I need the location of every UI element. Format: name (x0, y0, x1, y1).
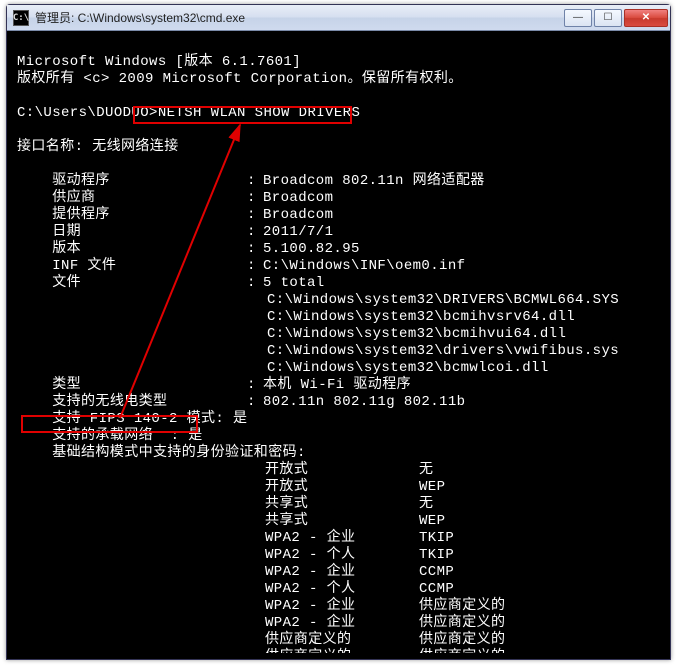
field-label: INF 文件 (52, 258, 116, 274)
field-value: 本机 Wi-Fi 驱动程序 (263, 377, 660, 394)
auth-row: WPA2 - 企业供应商定义的 (17, 598, 660, 615)
field-label: 供应商 (52, 190, 95, 206)
fips-line: 支持 FIPS 140-2 模式: 是 (17, 411, 247, 427)
auth-row: WPA2 - 个人TKIP (17, 547, 660, 564)
field-value: 5.100.82.95 (263, 241, 660, 258)
header-line1: Microsoft Windows [版本 6.1.7601] (17, 54, 301, 70)
field-row: 日期: 2011/7/1 (17, 224, 660, 241)
close-button[interactable]: ✕ (624, 9, 668, 27)
field-value: Broadcom 802.11n 网络适配器 (263, 173, 660, 190)
window-buttons: — ☐ ✕ (564, 9, 668, 27)
maximize-button[interactable]: ☐ (594, 9, 622, 27)
minimize-button[interactable]: — (564, 9, 592, 27)
hosted-network-line: 支持的承载网络 : 是 (17, 428, 203, 444)
file-extra: C:\Windows\system32\bcmihvsrv64.dll (17, 309, 660, 326)
field-row: 提供程序: Broadcom (17, 207, 660, 224)
field-label: 提供程序 (52, 207, 110, 223)
auth-header: 基础结构模式中支持的身份验证和密码: (17, 445, 306, 461)
field-row: 驱动程序: Broadcom 802.11n 网络适配器 (17, 173, 660, 190)
file-extra: C:\Windows\system32\drivers\vwifibus.sys (17, 343, 660, 360)
field-value: Broadcom (263, 207, 660, 224)
field-row: 类型: 本机 Wi-Fi 驱动程序 (17, 377, 660, 394)
field-label: 支持的无线电类型 (52, 394, 167, 410)
field-label: 日期 (52, 224, 81, 240)
auth-row: WPA2 - 企业CCMP (17, 564, 660, 581)
field-value: 802.11n 802.11g 802.11b (263, 394, 660, 411)
auth-row: WPA2 - 企业TKIP (17, 530, 660, 547)
auth-row: 开放式无 (17, 462, 660, 479)
field-label: 驱动程序 (52, 173, 110, 189)
field-value: C:\Windows\INF\oem0.inf (263, 258, 660, 275)
prompt-path: C:\Users\DUODUO> (17, 105, 158, 121)
file-extra: C:\Windows\system32\bcmihvui64.dll (17, 326, 660, 343)
cmd-icon: C:\ (13, 10, 29, 26)
interface-line: 接口名称: 无线网络连接 (17, 139, 179, 155)
field-row: 文件: 5 total (17, 275, 660, 292)
auth-row: 开放式WEP (17, 479, 660, 496)
auth-row: WPA2 - 企业供应商定义的 (17, 615, 660, 632)
field-value: 5 total (263, 275, 660, 292)
field-label: 类型 (52, 377, 81, 393)
field-row: 支持的无线电类型: 802.11n 802.11g 802.11b (17, 394, 660, 411)
file-extra: C:\Windows\system32\DRIVERS\BCMWL664.SYS (17, 292, 660, 309)
file-extra: C:\Windows\system32\bcmwlcoi.dll (17, 360, 660, 377)
field-row: INF 文件: C:\Windows\INF\oem0.inf (17, 258, 660, 275)
auth-row: 共享式WEP (17, 513, 660, 530)
console-area[interactable]: Microsoft Windows [版本 6.1.7601] 版权所有 <c>… (13, 35, 664, 653)
field-value: 2011/7/1 (263, 224, 660, 241)
typed-command: NETSH WLAN SHOW DRIVERS (158, 105, 360, 121)
field-row: 版本: 5.100.82.95 (17, 241, 660, 258)
auth-row: 供应商定义的供应商定义的 (17, 649, 660, 653)
field-label: 文件 (52, 275, 81, 291)
auth-row: 供应商定义的供应商定义的 (17, 632, 660, 649)
field-row: 供应商: Broadcom (17, 190, 660, 207)
cmd-window: C:\ 管理员: C:\Windows\system32\cmd.exe — ☐… (6, 4, 671, 660)
auth-row: 共享式无 (17, 496, 660, 513)
titlebar[interactable]: C:\ 管理员: C:\Windows\system32\cmd.exe — ☐… (7, 5, 670, 31)
window-title: 管理员: C:\Windows\system32\cmd.exe (35, 9, 564, 26)
header-line2: 版权所有 <c> 2009 Microsoft Corporation。保留所有… (17, 71, 463, 87)
field-label: 版本 (52, 241, 81, 257)
auth-row: WPA2 - 个人CCMP (17, 581, 660, 598)
field-value: Broadcom (263, 190, 660, 207)
